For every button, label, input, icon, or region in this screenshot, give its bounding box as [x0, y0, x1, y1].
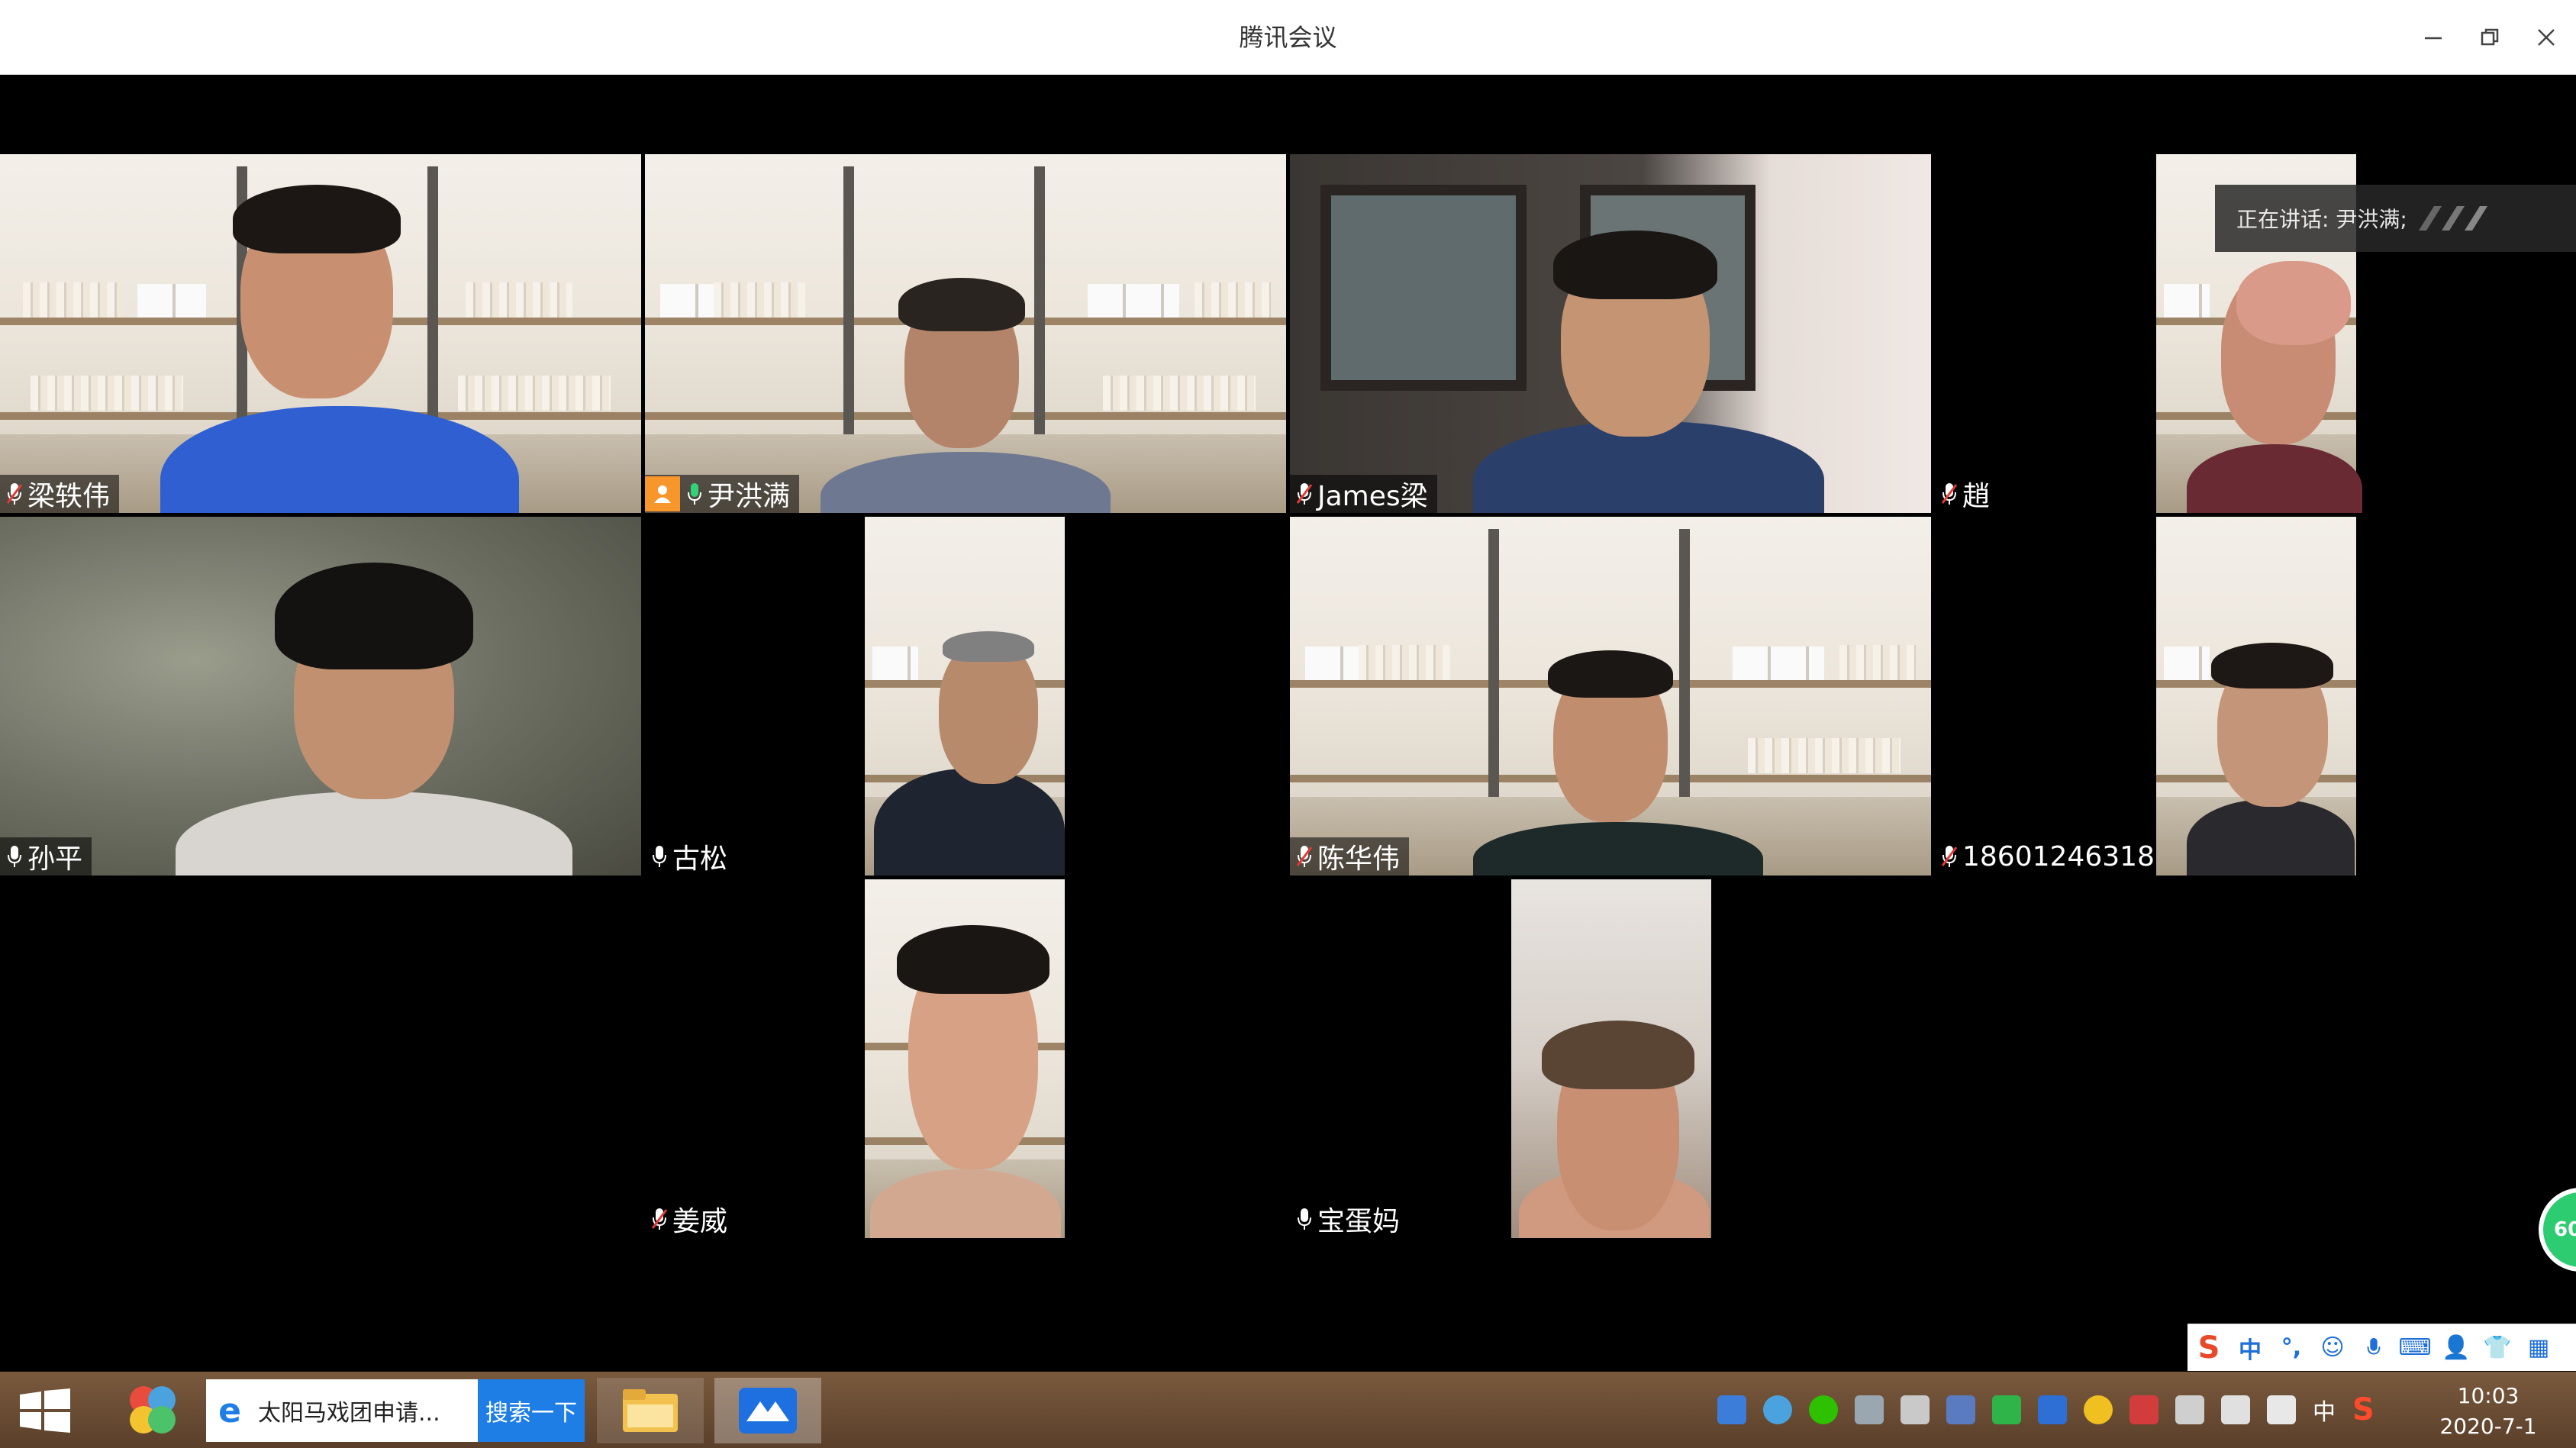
toolbox-icon[interactable]: ▦ [2525, 1334, 2552, 1362]
keyboard-icon[interactable]: ⌨ [2398, 1334, 2431, 1362]
host-icon [654, 485, 671, 503]
video-grid: 梁轶伟 尹洪满 James梁 趙 孙平 古松 陈华伟 18601246318 姜… [0, 75, 2576, 1372]
system-clock[interactable]: 10:03 2020-7-1 [2420, 1381, 2557, 1442]
participant-tile-3[interactable]: James梁 [1290, 154, 1931, 513]
emoji-icon[interactable]: ☺ [2319, 1334, 2346, 1362]
participant-tile-6[interactable]: 古松 [645, 517, 1286, 876]
taskbar-search-box[interactable]: e 太阳马戏团申请... 搜索一下 [206, 1379, 585, 1442]
taskbar-app-tencent-meeting[interactable] [714, 1378, 821, 1443]
participant-tile-7[interactable]: 陈华伟 [1290, 517, 1931, 876]
participant-tile-1[interactable]: 梁轶伟 [0, 154, 641, 513]
sogou-logo-icon[interactable]: S [2195, 1330, 2223, 1366]
network-icon[interactable] [2175, 1395, 2204, 1424]
mic-icon [8, 846, 21, 867]
camera-icon[interactable] [1901, 1395, 1930, 1424]
minimize-icon [2425, 37, 2442, 40]
participant-name-label: 尹洪满 [645, 475, 800, 513]
participant-name-label: 趙 [1935, 475, 1999, 513]
minimize-button[interactable] [2414, 18, 2452, 56]
clock-date: 2020-7-1 [2439, 1414, 2537, 1439]
restore-button[interactable] [2471, 18, 2509, 56]
language-indicator[interactable]: 中 [2313, 1393, 2336, 1427]
plus-icon[interactable] [2084, 1395, 2113, 1424]
participant-name-label: 古松 [645, 837, 737, 876]
participant-tile-2[interactable]: 尹洪满 [645, 154, 1286, 513]
sogou-tray-icon[interactable]: S [2352, 1392, 2374, 1427]
speaking-wave-icon [2418, 206, 2487, 231]
restore-icon [2481, 28, 2499, 46]
voice-icon[interactable] [2360, 1334, 2387, 1362]
mic-muted-icon [6, 483, 23, 505]
participant-name-label: 宝蛋妈 [1290, 1200, 1409, 1238]
mic-icon [653, 846, 666, 867]
mic-icon [1298, 1208, 1311, 1230]
ie-icon: e [218, 1391, 241, 1430]
colorful-browser-icon [130, 1386, 176, 1433]
network-share-icon[interactable] [1717, 1395, 1746, 1424]
tencent-meeting-icon [739, 1388, 797, 1433]
close-button[interactable] [2527, 18, 2565, 56]
signal-icon[interactable] [2221, 1395, 2250, 1424]
title-bar: 腾讯会议 [0, 0, 2576, 75]
participant-name-label: 梁轶伟 [0, 475, 120, 513]
participant-name-label: 18601246318 [1935, 837, 2164, 876]
display-icon[interactable] [2038, 1395, 2067, 1424]
window-title: 腾讯会议 [1239, 23, 1337, 52]
wechat-icon[interactable] [1809, 1395, 1838, 1424]
punctuation-icon[interactable]: °, [2278, 1334, 2305, 1362]
folder-icon [623, 1389, 678, 1432]
host-badge [645, 476, 680, 511]
participant-tile-10[interactable]: 宝蛋妈 [1290, 879, 1931, 1238]
close-icon [2538, 29, 2555, 46]
chat-icon[interactable] [1855, 1395, 1884, 1424]
mic-speaking-icon [688, 483, 701, 505]
skin-icon[interactable]: 👕 [2483, 1334, 2511, 1362]
participant-name-label: 姜威 [645, 1200, 737, 1238]
monitor-icon[interactable] [1946, 1395, 1975, 1424]
user-icon[interactable]: 👤 [2442, 1334, 2470, 1362]
taskbar-app-browser-logo[interactable] [114, 1378, 191, 1443]
ime-toolbar: S 中 °, ☺ ⌨ 👤 👕 ▦ [2188, 1324, 2576, 1371]
windows-start-icon[interactable] [18, 1388, 72, 1433]
flag-icon[interactable] [2129, 1395, 2158, 1424]
mic-muted-icon [1941, 483, 1958, 505]
speaking-indicator: 正在讲话: 尹洪满; [2215, 185, 2576, 252]
taskbar-app-file-explorer[interactable] [597, 1378, 704, 1443]
shield-icon[interactable] [1992, 1395, 2021, 1424]
taskbar: e 太阳马戏团申请... 搜索一下 中 S 10:03 2020-7-1 [0, 1372, 2576, 1448]
ime-mode[interactable]: 中 [2236, 1334, 2264, 1364]
participant-name-label: 孙平 [0, 837, 92, 876]
participant-name-label: James梁 [1290, 475, 1437, 513]
search-text: 太阳马戏团申请... [258, 1400, 440, 1427]
clock-time: 10:03 [2457, 1383, 2520, 1408]
mic-muted-icon [1296, 846, 1313, 867]
search-button[interactable]: 搜索一下 [478, 1379, 585, 1442]
participant-tile-5[interactable]: 孙平 [0, 517, 641, 876]
browser-tray-icon[interactable] [1763, 1395, 1792, 1424]
participant-name-label: 陈华伟 [1290, 837, 1410, 876]
mic-muted-icon [1296, 483, 1313, 505]
participant-tile-9[interactable]: 姜威 [645, 879, 1286, 1238]
volume-icon[interactable] [2267, 1395, 2296, 1424]
system-tray: 中 S [1717, 1387, 2374, 1433]
participant-tile-8[interactable]: 18601246318 [1935, 517, 2576, 876]
mic-muted-icon [1941, 846, 1958, 867]
mic-muted-icon [651, 1208, 668, 1230]
